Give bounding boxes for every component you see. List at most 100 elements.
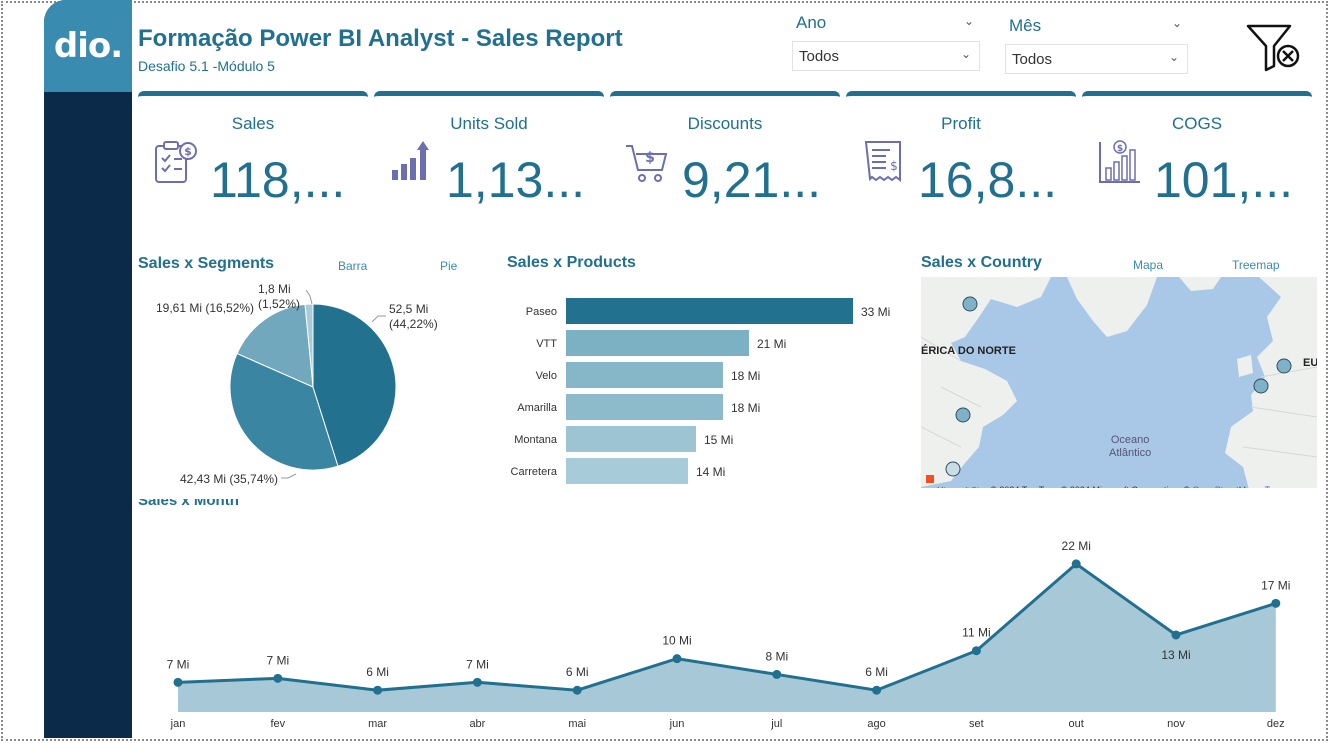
- leader-line: [371, 315, 386, 323]
- bar-value-label: 21 Mi: [757, 337, 787, 351]
- chevron-down-icon: ⌄: [960, 47, 971, 61]
- data-label: 7 Mi: [167, 657, 190, 671]
- kpi-label: COGS: [1171, 114, 1223, 133]
- bar-growth-icon: [392, 141, 429, 180]
- data-point[interactable]: [572, 685, 582, 695]
- year-slicer-collapse-icon[interactable]: ⌄: [964, 14, 974, 28]
- bar-row[interactable]: Montana 15 Mi: [505, 426, 905, 454]
- x-tick-label: mai: [568, 718, 586, 730]
- bar[interactable]: [566, 362, 723, 388]
- receipt-icon: $: [864, 141, 901, 182]
- country-title: Sales x Country: [921, 254, 1042, 271]
- data-point[interactable]: [971, 646, 981, 656]
- data-label: 22 Mi: [1062, 539, 1091, 553]
- data-point[interactable]: [373, 685, 383, 695]
- data-point[interactable]: [472, 677, 482, 687]
- x-tick-label: set: [969, 718, 984, 730]
- pie-label-segment-1: 52,5 Mi (44,22%): [389, 302, 438, 331]
- year-slicer-dropdown[interactable]: Todos ⌄: [792, 41, 980, 71]
- kpi-label: Profit: [941, 114, 981, 133]
- data-point[interactable]: [1171, 630, 1181, 640]
- x-tick-label: mar: [368, 718, 387, 730]
- data-label: 11 Mi: [962, 626, 990, 640]
- bar-value-label: 18 Mi: [731, 369, 761, 383]
- map-point-france[interactable]: [1253, 378, 1269, 394]
- segments-pie-toggle[interactable]: Pie: [440, 259, 457, 273]
- data-label: 13 Mi: [1161, 648, 1190, 662]
- x-tick-label: jul: [770, 718, 782, 730]
- data-point[interactable]: [772, 669, 782, 679]
- pie-label-segment-4: 1,8 Mi (1,52%): [258, 282, 301, 311]
- map-background: [921, 277, 1317, 497]
- kpi-card-profit[interactable]: Profit $ 16,8...: [846, 91, 1076, 231]
- leader-line: [305, 289, 313, 305]
- kpi-label: Sales: [231, 114, 275, 133]
- month-slicer-label: Mês: [1009, 16, 1042, 35]
- map-point-mexico[interactable]: [945, 461, 961, 477]
- data-point[interactable]: [173, 677, 183, 687]
- x-tick-label: nov: [1167, 718, 1185, 730]
- kpi-value: 9,21...: [682, 152, 821, 208]
- map-point-usa[interactable]: [955, 407, 971, 423]
- clear-filter-icon[interactable]: [1244, 22, 1300, 74]
- bar-row[interactable]: Amarilla 18 Mi: [505, 394, 905, 422]
- area-fill: [178, 563, 1276, 712]
- bar-row[interactable]: Paseo 33 Mi: [505, 298, 905, 326]
- data-label: 6 Mi: [566, 665, 589, 679]
- bar-category-label: Paseo: [525, 306, 557, 318]
- pie-label-segment-2: 42,43 Mi (35,74%): [180, 472, 279, 486]
- data-label: 7 Mi: [266, 653, 289, 667]
- data-point[interactable]: [273, 673, 283, 683]
- data-label: 6 Mi: [865, 665, 888, 679]
- country-map[interactable]: ÉRICA DO NORTE EU Oceano Atlântico Micro…: [921, 277, 1317, 497]
- bar[interactable]: [566, 394, 723, 420]
- month-slicer-collapse-icon[interactable]: ⌄: [1172, 16, 1182, 30]
- data-label: 7 Mi: [466, 657, 489, 671]
- kpi-card-discounts[interactable]: Discounts $ 9,21...: [610, 91, 840, 231]
- data-point[interactable]: [1071, 559, 1081, 569]
- kpi-value: 101,...: [1154, 152, 1293, 208]
- kpi-card-sales[interactable]: Sales $ 118,...: [138, 91, 368, 231]
- map-point-canada[interactable]: [962, 296, 978, 312]
- x-tick-label: ago: [867, 718, 885, 730]
- x-tick-label: out: [1069, 718, 1084, 730]
- bar[interactable]: [566, 426, 696, 452]
- year-slicer-value: Todos: [799, 47, 840, 65]
- bar-category-label: Velo: [535, 370, 557, 382]
- bar-row[interactable]: VTT 21 Mi: [505, 330, 905, 358]
- title-clip-mask: [138, 488, 1318, 499]
- country-treemap-toggle[interactable]: Treemap: [1232, 258, 1280, 272]
- segments-title: Sales x Segments: [138, 255, 275, 272]
- data-point[interactable]: [872, 685, 882, 695]
- bar[interactable]: [566, 298, 853, 324]
- map-label-europe: EU: [1303, 357, 1317, 369]
- x-tick-label: fev: [270, 718, 285, 730]
- map-point-germany[interactable]: [1276, 358, 1292, 374]
- x-tick-label: abr: [469, 718, 485, 730]
- kpi-card-cogs[interactable]: COGS $ 101,...: [1082, 91, 1312, 231]
- data-label: 6 Mi: [366, 665, 389, 679]
- month-slicer-value: Todos: [1012, 50, 1053, 68]
- bar-row[interactable]: Carretera 14 Mi: [505, 458, 905, 486]
- svg-text:$: $: [645, 150, 655, 166]
- data-point[interactable]: [672, 654, 682, 664]
- bar-row[interactable]: Velo 18 Mi: [505, 362, 905, 390]
- kpi-card-units-sold[interactable]: Units Sold 1,13...: [374, 91, 604, 231]
- kpi-label: Discounts: [687, 114, 763, 133]
- bar[interactable]: [566, 458, 688, 484]
- kpi-label: Units Sold: [450, 114, 528, 133]
- products-title: Sales x Products: [507, 254, 636, 271]
- page-title: Formação Power BI Analyst - Sales Report: [138, 25, 623, 52]
- page-subtitle: Desafio 5.1 -Módulo 5: [138, 58, 275, 74]
- country-map-toggle[interactable]: Mapa: [1133, 258, 1163, 272]
- month-slicer-dropdown[interactable]: Todos ⌄: [1005, 44, 1188, 74]
- bar[interactable]: [566, 330, 749, 356]
- map-label-north-america: ÉRICA DO NORTE: [921, 345, 1016, 357]
- segments-bar-toggle[interactable]: Barra: [338, 259, 367, 273]
- map-label-ocean: Oceano Atlântico: [1109, 434, 1152, 459]
- kpi-value: 118,...: [210, 152, 346, 208]
- data-point[interactable]: [1271, 598, 1281, 608]
- bar-value-label: 14 Mi: [696, 465, 726, 479]
- svg-text:$: $: [184, 145, 192, 158]
- pie-label-segment-3: 19,61 Mi (16,52%): [156, 301, 255, 315]
